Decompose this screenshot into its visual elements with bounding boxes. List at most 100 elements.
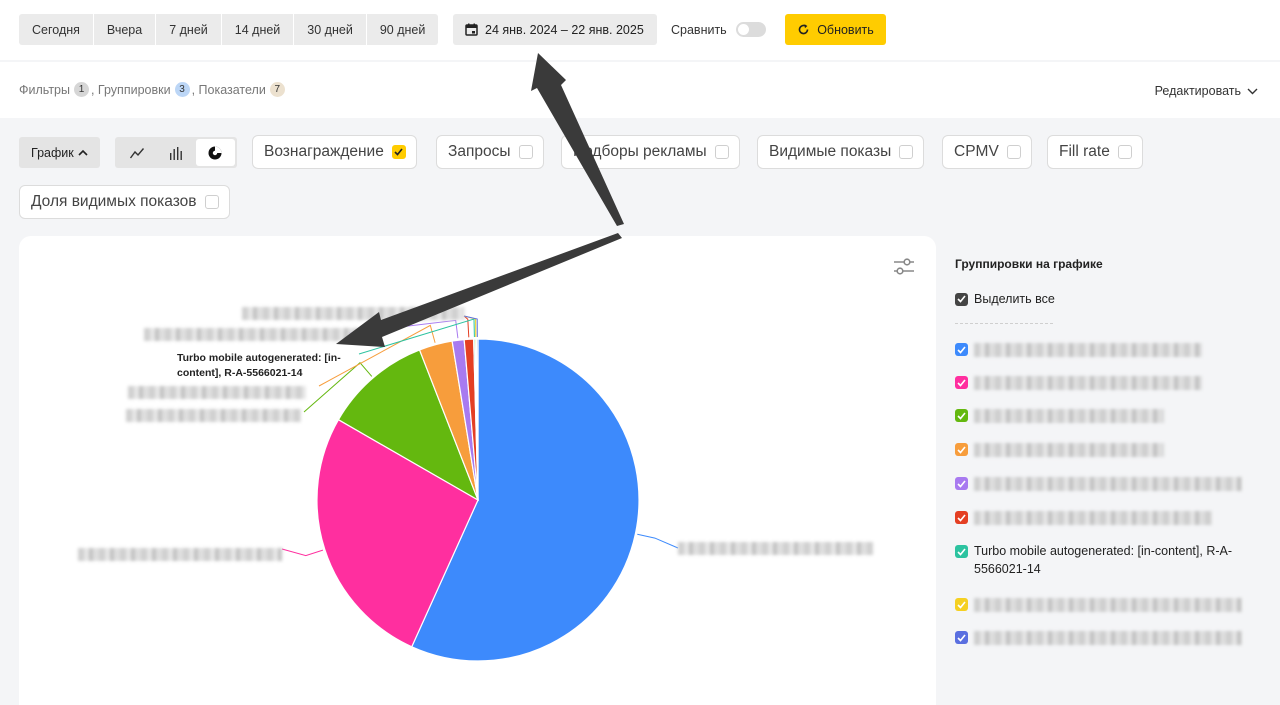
metric-checkbox[interactable] (714, 145, 729, 159)
legend-checkbox[interactable] (955, 545, 968, 558)
period-30-days-button[interactable]: 30 дней (294, 14, 367, 45)
metric-label: Доля видимых показов (31, 193, 197, 210)
pie-chart-icon (208, 146, 222, 159)
check-icon (957, 547, 966, 556)
refresh-button[interactable]: Обновить (785, 14, 886, 45)
legend-checkbox[interactable] (955, 511, 968, 524)
edit-label: Редактировать (1154, 84, 1241, 98)
legend-item[interactable] (955, 343, 1202, 357)
slice-leader-line (281, 548, 324, 557)
groupings-count-badge: 3 (174, 82, 190, 97)
chart-type-switcher (115, 137, 237, 168)
legend-item-label-obscured (974, 631, 1242, 645)
period-today-button[interactable]: Сегодня (19, 14, 94, 45)
metric-checkbox[interactable] (518, 145, 533, 159)
metric-checkbox-checked[interactable] (391, 145, 406, 159)
filters-summary[interactable]: Фильтры 1 , Группировки 3 , Показатели 7 (19, 82, 287, 97)
metric-chip-viewable-impressions[interactable]: Видимые показы (757, 135, 925, 169)
select-all-checkbox[interactable] (955, 292, 968, 306)
legend-item-label: Turbo mobile autogenerated: [in-content]… (974, 544, 1233, 576)
legend-checkbox[interactable] (955, 631, 968, 644)
slice-leader-line (463, 315, 470, 338)
legend-item-label-obscured (974, 409, 1164, 423)
legend-item-label-obscured (974, 511, 1212, 525)
metrics-label: , Показатели (191, 82, 266, 97)
period-yesterday-button[interactable]: Вчера (93, 14, 157, 45)
period-90-days-button[interactable]: 90 дней (366, 14, 439, 45)
legend-item-label-obscured (974, 477, 1242, 491)
legend-item-label-obscured (974, 376, 1202, 390)
chevron-up-icon (78, 149, 88, 156)
legend-checkbox[interactable] (955, 376, 968, 389)
legend-item[interactable] (955, 511, 1212, 525)
slice-label-obscured (126, 409, 301, 422)
check-icon (957, 295, 966, 303)
legend-title: Группировки на графике (955, 257, 1103, 271)
check-icon (957, 411, 966, 420)
slice-label-obscured (678, 542, 873, 555)
metrics-count-badge: 7 (269, 82, 285, 97)
check-icon (957, 633, 966, 642)
check-icon (957, 479, 966, 488)
select-all-label: Выделить все (974, 292, 1055, 306)
metric-chip-viewable-share[interactable]: Доля видимых показов (19, 185, 230, 219)
metric-chip-ad-selections[interactable]: Подборы рекламы (561, 135, 740, 169)
line-chart-button[interactable] (117, 139, 156, 166)
period-7-days-button[interactable]: 7 дней (156, 14, 222, 45)
slice-leader-line (637, 533, 679, 549)
groupings-legend: Группировки на графике Выделить все Turb… (955, 257, 1255, 645)
metric-checkbox[interactable] (899, 145, 914, 159)
legend-divider (955, 323, 1053, 324)
legend-checkbox[interactable] (955, 443, 968, 456)
check-icon (957, 600, 966, 609)
legend-item[interactable] (955, 477, 1242, 491)
legend-item-label-obscured (974, 598, 1242, 612)
legend-item[interactable] (955, 376, 1202, 390)
legend-checkbox[interactable] (955, 409, 968, 422)
metric-label: CPMV (954, 143, 999, 160)
metric-label: Fill rate (1059, 143, 1110, 160)
metric-chip-requests[interactable]: Запросы (436, 135, 544, 169)
bar-chart-button[interactable] (156, 139, 195, 166)
slice-label-obscured (78, 548, 282, 561)
period-14-days-button[interactable]: 14 дней (221, 14, 295, 45)
slice-label-obscured (242, 307, 464, 320)
metric-label: Вознаграждение (264, 143, 384, 160)
compare-label: Сравнить (671, 22, 727, 37)
pie-chart (281, 315, 679, 662)
check-icon (394, 148, 403, 156)
calendar-icon (465, 23, 478, 36)
legend-item[interactable] (955, 598, 1242, 612)
metric-checkbox[interactable] (1117, 145, 1132, 159)
line-chart-icon (129, 147, 144, 158)
compare-toggle[interactable] (735, 22, 766, 37)
metric-chip-fill-rate[interactable]: Fill rate (1047, 135, 1143, 169)
date-range-picker[interactable]: 24 янв. 2024 – 22 янв. 2025 (453, 14, 657, 45)
legend-item-label-obscured (974, 343, 1202, 357)
metric-checkbox[interactable] (1006, 145, 1021, 159)
refresh-label: Обновить (817, 22, 874, 37)
legend-checkbox[interactable] (955, 343, 968, 356)
select-all-option[interactable]: Выделить все (955, 292, 1055, 306)
metric-checkbox[interactable] (204, 195, 219, 209)
legend-item[interactable]: Turbo mobile autogenerated: [in-content]… (955, 544, 1259, 578)
slice-label-obscured (144, 328, 359, 341)
edit-button[interactable]: Редактировать (1155, 84, 1258, 98)
legend-checkbox[interactable] (955, 598, 968, 611)
legend-item[interactable] (955, 631, 1242, 645)
metric-label: Видимые показы (769, 143, 892, 160)
filters-label: Фильтры (19, 82, 70, 97)
metric-chip-reward[interactable]: Вознаграждение (252, 135, 417, 169)
pie-chart-button[interactable] (195, 139, 235, 166)
legend-checkbox[interactable] (955, 477, 968, 490)
legend-item[interactable] (955, 443, 1164, 457)
legend-item[interactable] (955, 409, 1164, 423)
chart-collapse-button[interactable]: График (19, 137, 100, 168)
metric-chip-cpmv[interactable]: CPMV (942, 135, 1032, 169)
slice-label-obscured (128, 386, 306, 399)
chart-toggle-label: График (31, 145, 74, 160)
period-toolbar: Сегодня Вчера 7 дней 14 дней 30 дней 90 … (0, 0, 1280, 60)
highlighted-slice-label: Turbo mobile autogenerated: [in-content]… (177, 352, 341, 379)
check-icon (957, 345, 966, 354)
metric-label: Запросы (448, 143, 511, 160)
